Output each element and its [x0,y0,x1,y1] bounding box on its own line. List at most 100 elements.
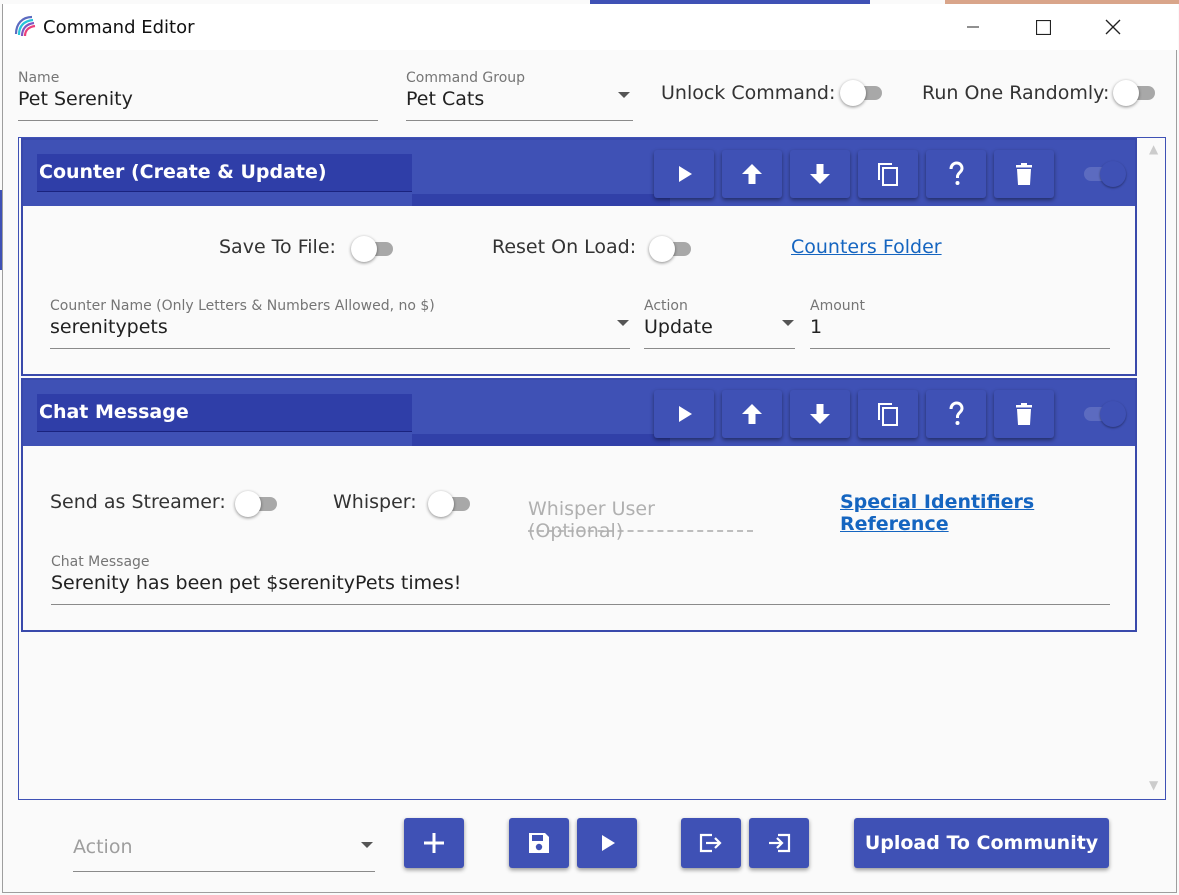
chevron-down-icon [361,842,373,848]
window-title: Command Editor [43,17,195,38]
counters-folder-link[interactable]: Counters Folder [791,236,942,258]
send-as-streamer-label: Send as Streamer: [50,491,226,513]
toggle-knob [649,236,675,262]
toggle-knob [1100,401,1126,427]
toggle-knob [1113,80,1139,106]
chat-message-underline [51,604,1110,605]
trash-icon [1016,403,1032,425]
run-randomly-label: Run One Randomly: [922,82,1110,104]
command-group-underline [406,120,633,121]
command-group-select[interactable]: Command Group Pet Cats [406,70,633,121]
counter-action-underline [644,348,795,349]
move-up-button[interactable] [722,150,782,198]
card-title-box: Chat Message [37,394,412,432]
play-icon [602,835,615,851]
chat-message-action-card: Chat Message Send as Streamer: Whisper: … [21,378,1137,632]
move-down-button[interactable] [790,390,850,438]
name-field[interactable]: Name Pet Serenity [18,70,378,121]
scroll-down-icon[interactable]: ▼ [1149,778,1158,792]
unlock-command-label: Unlock Command: [661,82,836,104]
chevron-down-icon [782,320,794,326]
maximize-button[interactable] [1008,4,1078,50]
duplicate-button[interactable] [858,150,918,198]
export-button[interactable] [681,818,741,868]
play-icon [679,406,692,422]
delete-button[interactable] [994,390,1054,438]
amount-field[interactable]: Amount 1 [810,298,1110,349]
move-down-button[interactable] [790,150,850,198]
arrow-up-icon [742,164,762,184]
add-action-select[interactable]: Action [73,834,375,872]
action-enabled-toggle[interactable] [1078,161,1126,187]
command-editor-window: Command Editor Name Pet Serenity Command… [2,4,1178,893]
chat-message-value: Serenity has been pet $serenityPets time… [51,572,462,594]
actions-list[interactable]: ▲ ▼ Counter (Create & Update) Save To Fi… [18,137,1166,800]
whisper-user-field[interactable]: Whisper User (Optional) [528,494,753,542]
send-as-streamer-toggle[interactable] [235,491,283,517]
unlock-command-toggle[interactable] [840,80,888,106]
run-randomly-toggle[interactable] [1113,80,1161,106]
add-action-placeholder: Action [73,836,133,858]
play-icon [679,166,692,182]
add-action-underline [73,871,375,872]
delete-button[interactable] [994,150,1054,198]
add-action-button[interactable] [404,818,464,868]
play-button[interactable] [654,390,714,438]
chevron-down-icon [617,320,629,326]
action-enabled-toggle[interactable] [1078,401,1126,427]
toggle-knob [235,491,261,517]
move-up-button[interactable] [722,390,782,438]
counter-action-value: Update [644,316,713,338]
card-header-notch [412,194,670,206]
card-header[interactable]: Counter (Create & Update) [23,140,1135,206]
upload-to-community-button[interactable]: Upload To Community [854,818,1109,868]
arrow-down-icon [810,164,830,184]
help-button[interactable] [926,390,986,438]
amount-label: Amount [810,298,866,314]
special-identifiers-link[interactable]: Special Identifiers Reference [840,491,1135,535]
duplicate-button[interactable] [858,390,918,438]
counter-action-select[interactable]: Action Update [644,298,795,349]
chat-message-label: Chat Message [51,554,150,570]
scroll-up-icon[interactable]: ▲ [1149,142,1158,156]
chevron-down-icon [618,92,630,98]
counter-name-select[interactable]: Counter Name (Only Letters & Numbers All… [50,298,630,349]
counter-action-card: Counter (Create & Update) Save To File: … [21,138,1137,376]
amount-underline [810,348,1110,349]
upload-to-community-label: Upload To Community [864,832,1099,854]
name-underline [18,120,378,121]
command-group-value: Pet Cats [406,88,485,110]
card-header[interactable]: Chat Message [23,380,1135,446]
toggle-knob [351,236,377,262]
import-icon [769,833,791,853]
question-icon [949,161,964,185]
whisper-user-placeholder: Whisper User (Optional) [528,498,655,542]
play-button[interactable] [654,150,714,198]
minimize-icon [967,26,979,28]
test-command-button[interactable] [577,818,637,868]
reset-on-load-toggle[interactable] [649,236,697,262]
minimize-button[interactable] [938,4,1008,50]
arrow-down-icon [810,404,830,424]
save-button[interactable] [509,818,569,868]
help-button[interactable] [926,150,986,198]
name-label: Name [18,70,60,86]
copy-icon [878,163,898,186]
close-button[interactable] [1078,4,1148,50]
reset-on-load-label: Reset On Load: [492,236,637,258]
save-to-file-toggle[interactable] [351,236,399,262]
counter-name-label: Counter Name (Only Letters & Numbers All… [50,298,435,314]
import-button[interactable] [749,818,809,868]
title-bar: Command Editor [3,4,1178,50]
name-value: Pet Serenity [18,88,133,110]
counter-name-value: serenitypets [50,316,168,338]
card-header-notch [412,434,670,446]
toggle-knob [1100,161,1126,187]
whisper-toggle[interactable] [428,491,476,517]
chat-message-field[interactable]: Chat Message Serenity has been pet $sere… [51,554,1110,605]
toggle-knob [428,491,454,517]
trash-icon [1016,163,1032,185]
save-to-file-label: Save To File: [219,236,336,258]
app-logo-icon [14,15,36,37]
counter-action-label: Action [644,298,688,314]
